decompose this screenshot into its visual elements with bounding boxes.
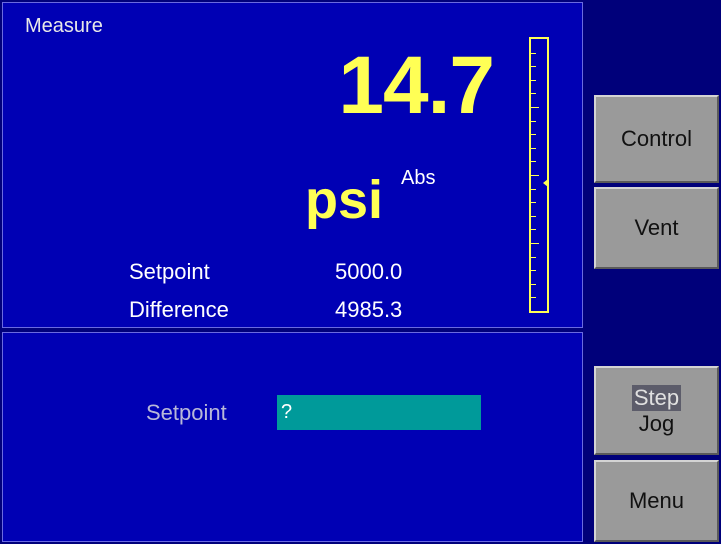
entry-panel	[2, 332, 583, 542]
measure-panel: Measure 14.7 psi Abs Setpoint 5000.0 Dif…	[2, 2, 583, 328]
vent-button-label: Vent	[634, 215, 679, 240]
control-button-label: Control	[621, 126, 692, 151]
bargraph-tick	[531, 229, 536, 230]
bargraph-tick	[531, 257, 536, 258]
setpoint-input[interactable]: ?	[277, 395, 481, 430]
vent-button[interactable]: Vent	[594, 187, 719, 269]
mode-label: Measure	[25, 15, 103, 37]
pressure-reading: 14.7	[338, 40, 495, 131]
bargraph-tick	[531, 93, 536, 94]
pressure-unit: psi	[305, 170, 384, 230]
bargraph-tick	[531, 297, 536, 298]
bargraph-tick	[531, 148, 536, 149]
bargraph-tick	[531, 284, 536, 285]
bargraph-tick	[531, 270, 536, 271]
jog-option: Jog	[638, 410, 675, 436]
menu-button-label: Menu	[628, 488, 685, 513]
bargraph-tick	[531, 66, 536, 67]
bargraph-tick	[531, 80, 536, 81]
bargraph-tick	[531, 189, 536, 190]
bargraph-tick	[531, 107, 539, 108]
bargraph-tick	[531, 243, 539, 244]
setpoint-label: Setpoint	[129, 259, 210, 284]
bargraph-tick	[531, 121, 536, 122]
difference-value: 4985.3	[335, 297, 403, 322]
bargraph-tick	[531, 202, 536, 203]
bargraph-tick	[531, 175, 539, 176]
pressure-mode: Abs	[401, 167, 436, 189]
step-jog-button[interactable]: Step Jog	[594, 366, 719, 455]
bargraph-tick	[531, 161, 536, 162]
entry-setpoint-label: Setpoint	[146, 400, 227, 425]
bargraph-tick	[531, 134, 536, 135]
difference-label: Difference	[129, 297, 229, 322]
pressure-bargraph	[529, 37, 549, 313]
bargraph-tick	[531, 216, 536, 217]
control-button[interactable]: Control	[594, 95, 719, 183]
setpoint-value: 5000.0	[335, 259, 403, 284]
step-option: Step	[631, 385, 682, 411]
bargraph-marker-icon	[543, 179, 548, 187]
bargraph-tick	[531, 53, 536, 54]
menu-button[interactable]: Menu	[594, 460, 719, 542]
